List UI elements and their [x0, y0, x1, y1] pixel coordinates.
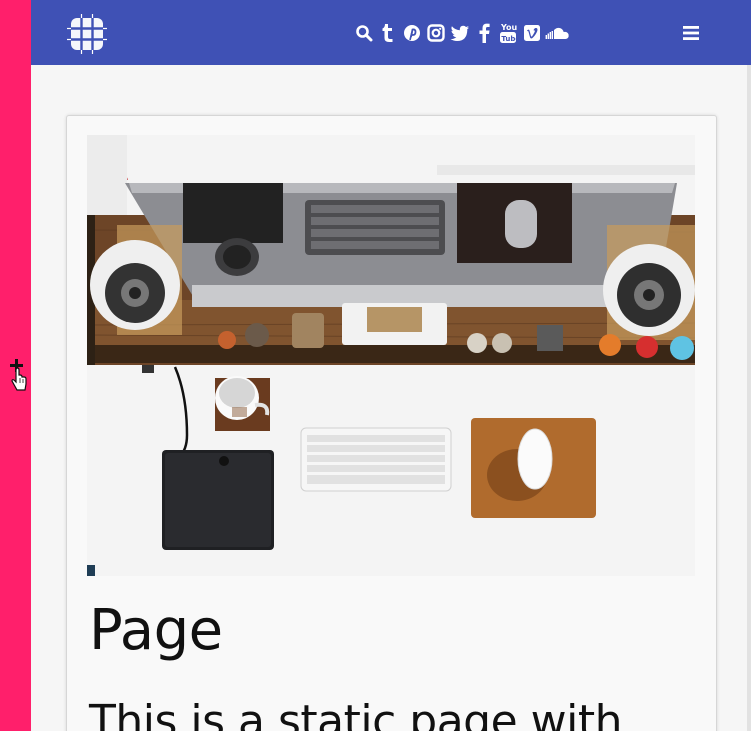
page-card: Page This is a static page with	[66, 115, 717, 731]
twitter-icon[interactable]	[449, 21, 470, 45]
youtube-icon[interactable]: You Tube	[497, 21, 518, 45]
social-icons: You Tube	[353, 20, 571, 46]
page-title: Page	[89, 598, 223, 663]
tumblr-icon[interactable]	[377, 21, 398, 45]
pinterest-icon[interactable]	[401, 21, 422, 45]
app-window: You Tube	[0, 0, 751, 731]
soundcloud-icon[interactable]	[545, 21, 571, 45]
facebook-icon[interactable]	[473, 21, 494, 45]
top-header: You Tube	[31, 0, 751, 65]
svg-text:You: You	[500, 23, 517, 32]
svg-text:Tube: Tube	[501, 35, 517, 43]
search-icon[interactable]	[353, 21, 374, 45]
vimeo-icon[interactable]	[521, 21, 542, 45]
hamburger-menu-icon[interactable]	[681, 22, 703, 44]
sidebar-toggle[interactable]	[6, 356, 28, 396]
main-content: Page This is a static page with	[31, 65, 751, 731]
page-body-text: This is a static page with	[89, 696, 623, 731]
left-sidebar[interactable]	[0, 0, 31, 731]
hand-pointer-icon	[11, 367, 27, 391]
grid-logo-icon[interactable]	[67, 14, 107, 54]
desk-workspace-photo	[87, 135, 695, 576]
instagram-icon[interactable]	[425, 21, 446, 45]
